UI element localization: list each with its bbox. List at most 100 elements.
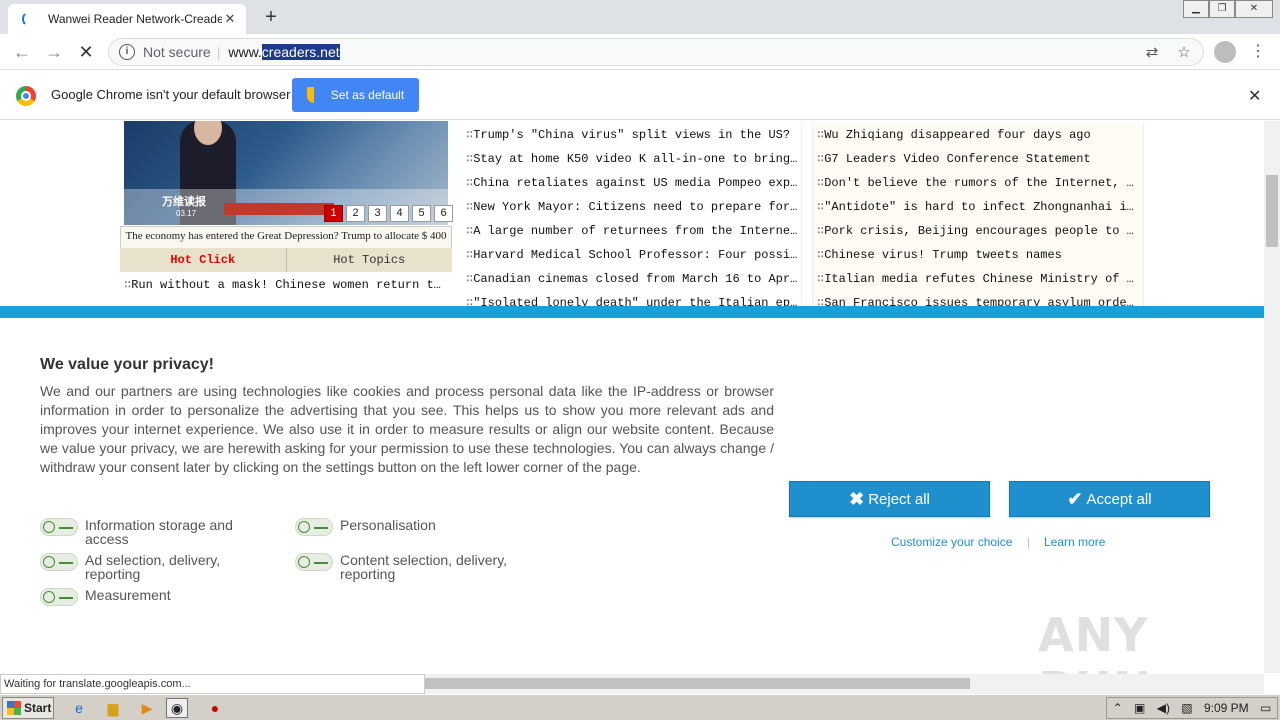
right-news-column: Wu Zhiqiang disappeared four days ago G7… — [812, 123, 1144, 311]
news-link[interactable]: China retaliates against US media Pompeo… — [462, 171, 801, 195]
profile-avatar-icon[interactable] — [1214, 41, 1236, 63]
close-window-button[interactable]: ✕ — [1235, 0, 1273, 18]
show-desktop-icon[interactable]: ▭ — [1260, 701, 1271, 715]
network-icon[interactable]: ▣ — [1134, 701, 1145, 715]
accept-all-label: Accept all — [1086, 490, 1152, 508]
privacy-accent-bar — [0, 306, 1264, 318]
info-icon[interactable]: i — [119, 44, 135, 60]
opera-icon[interactable]: ● — [204, 698, 226, 718]
news-link[interactable]: A large number of returnees from the Int… — [462, 219, 801, 243]
url-separator: | — [216, 44, 221, 60]
news-link[interactable]: "Antidote" is hard to infect Zhongnanhai… — [813, 195, 1143, 219]
option-content-selection[interactable]: Content selection, delivery, reporting — [295, 553, 525, 581]
back-arrow-icon[interactable]: ← — [10, 40, 34, 64]
infobar-close-icon[interactable]: ✕ — [1248, 86, 1261, 106]
loading-spinner-icon — [22, 11, 38, 27]
option-label: Personalisation — [340, 517, 436, 533]
browser-tab[interactable]: Wanwei Reader Network-Creaders.N ✕ — [8, 4, 246, 34]
news-link[interactable]: Trump's "China virus" split views in the… — [462, 123, 801, 147]
vertical-scrollbar[interactable] — [1264, 121, 1280, 673]
news-link[interactable]: New York Mayor: Citizens need to prepare… — [462, 195, 801, 219]
news-link[interactable]: Don't believe the rumors of the Internet… — [813, 171, 1143, 195]
start-button[interactable]: Start — [2, 697, 54, 719]
clock[interactable]: 9:09 PM — [1204, 701, 1249, 715]
news-slideshow-image[interactable]: 万维读报 03.17 1 2 3 4 5 6 — [124, 121, 453, 225]
set-as-default-label: Set as default — [330, 88, 405, 102]
security-tray-icon[interactable]: ▧ — [1181, 701, 1192, 715]
option-label: Content selection, delivery, reporting — [340, 552, 508, 582]
left-column: 万维读报 03.17 1 2 3 4 5 6 The economy has e… — [120, 121, 453, 311]
customize-choice-link[interactable]: Customize your choice — [891, 535, 1012, 549]
option-personalisation[interactable]: Personalisation — [295, 518, 525, 536]
hot-click-list: Run without a mask! Chinese women return… — [124, 273, 450, 297]
news-link[interactable]: Canadian cinemas closed from March 16 to… — [462, 267, 801, 291]
news-link[interactable]: Pork crisis, Beijing encourages people t… — [813, 219, 1143, 243]
tray-expand-icon[interactable]: ⌃ — [1113, 701, 1123, 715]
privacy-consent-panel: We value your privacy! We and our partne… — [0, 318, 1264, 716]
toggle-check-icon[interactable] — [295, 553, 333, 571]
news-link[interactable]: G7 Leaders Video Conference Statement — [813, 147, 1143, 171]
status-bubble: Waiting for translate.googleapis.com... — [0, 674, 425, 694]
tab-close-icon[interactable]: ✕ — [222, 11, 238, 27]
chrome-logo-icon — [16, 86, 36, 106]
system-tray: ⌃ ▣ ◀) ▧ 9:09 PM ▭ — [1106, 697, 1278, 719]
slide-brand-text: 万维读报 — [162, 195, 206, 208]
minimize-button[interactable]: ▁ — [1183, 0, 1209, 18]
pager-item[interactable]: 3 — [368, 205, 387, 222]
folder-icon[interactable]: ▆ — [102, 698, 124, 718]
url-domain-selected: creaders.net — [261, 44, 340, 60]
windows-taskbar: Start e ▆ ▶ ◉ ● ⌃ ▣ ◀) ▧ 9:09 PM ▭ — [0, 694, 1280, 720]
address-bar[interactable]: i Not secure | www. creaders.net ⇄ ☆ — [108, 38, 1204, 66]
option-label: Information storage and access — [85, 517, 233, 547]
news-link[interactable]: Italian media refutes Chinese Ministry o… — [813, 267, 1143, 291]
new-tab-button[interactable]: + — [258, 4, 284, 30]
option-measurement[interactable]: Measurement — [40, 588, 270, 606]
reject-all-button[interactable]: ✖ Reject all — [789, 481, 990, 517]
pager-item[interactable]: 6 — [434, 205, 453, 222]
chrome-taskbar-icon[interactable]: ◉ — [166, 698, 188, 718]
set-as-default-button[interactable]: Set as default — [292, 78, 419, 112]
learn-more-link[interactable]: Learn more — [1044, 535, 1105, 549]
pager-item[interactable]: 1 — [324, 205, 343, 222]
news-link[interactable]: Run without a mask! Chinese women return… — [124, 273, 450, 297]
option-label: Measurement — [85, 587, 171, 603]
accept-all-button[interactable]: ✔ Accept all — [1009, 481, 1210, 517]
tab-hot-topics[interactable]: Hot Topics — [285, 248, 453, 272]
toggle-check-icon[interactable] — [40, 588, 78, 606]
pager-item[interactable]: 2 — [346, 205, 365, 222]
windows-flag-icon — [7, 701, 21, 715]
privacy-title: We value your privacy! — [40, 356, 214, 373]
privacy-body: We and our partners are using technologi… — [40, 383, 774, 475]
volume-icon[interactable]: ◀) — [1157, 701, 1170, 715]
news-link[interactable]: Stay at home K50 video K all-in-one to b… — [462, 147, 801, 171]
tab-title: Wanwei Reader Network-Creaders.N — [48, 12, 222, 26]
stop-loading-icon[interactable]: ✕ — [74, 40, 98, 64]
reject-all-label: Reject all — [868, 490, 930, 508]
tab-hot-click[interactable]: Hot Click — [120, 248, 286, 272]
option-information-storage[interactable]: Information storage and access — [40, 518, 270, 546]
middle-news-column: Trump's "China virus" split views in the… — [462, 123, 802, 311]
pager-item[interactable]: 4 — [390, 205, 409, 222]
news-link[interactable]: Harvard Medical School Professor: Four p… — [462, 243, 801, 267]
forward-arrow-icon[interactable]: → — [42, 40, 66, 64]
security-label: Not secure — [143, 44, 211, 60]
hot-tabs: Hot Click Hot Topics — [120, 248, 452, 272]
toggle-check-icon[interactable] — [295, 518, 333, 536]
start-label: Start — [24, 701, 52, 715]
news-link[interactable]: Chinese virus! Trump tweets names — [813, 243, 1143, 267]
pager-item[interactable]: 5 — [412, 205, 431, 222]
toggle-check-icon[interactable] — [40, 553, 78, 571]
news-link[interactable]: Wu Zhiqiang disappeared four days ago — [813, 123, 1143, 147]
toggle-check-icon[interactable] — [40, 518, 78, 536]
translate-icon[interactable]: ⇄ — [1143, 43, 1161, 61]
slide-date-text: 03.17 — [176, 209, 197, 218]
bookmark-star-icon[interactable]: ☆ — [1175, 43, 1193, 61]
menu-dots-icon[interactable]: ⋮ — [1250, 40, 1266, 64]
option-ad-selection[interactable]: Ad selection, delivery, reporting — [40, 553, 270, 581]
check-icon: ✔ — [1067, 488, 1083, 509]
restore-button[interactable]: ❐ — [1209, 0, 1235, 18]
link-separator: | — [1027, 535, 1031, 549]
ie-icon[interactable]: e — [68, 698, 90, 718]
media-player-icon[interactable]: ▶ — [136, 698, 158, 718]
page-content: 万维读报 03.17 1 2 3 4 5 6 The economy has e… — [0, 121, 1264, 311]
